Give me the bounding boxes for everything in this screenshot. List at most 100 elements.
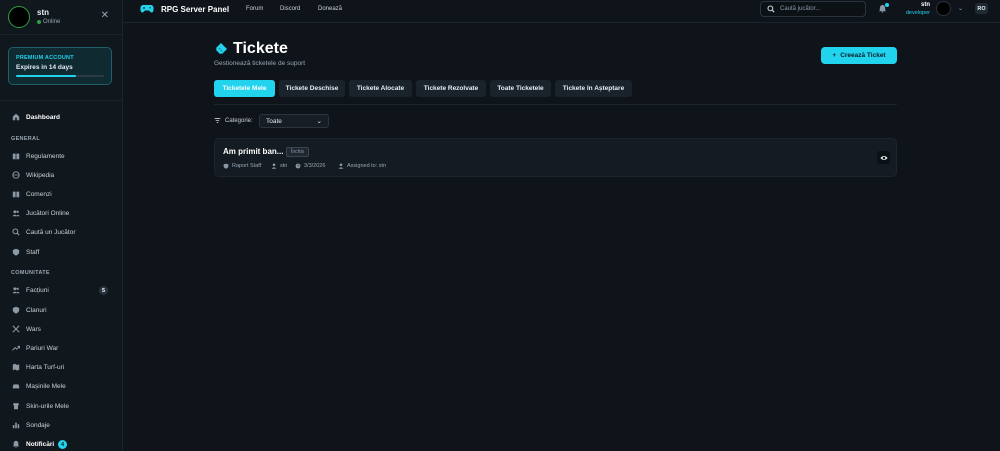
profile-name: stn: [37, 8, 49, 17]
sidebar-item-sondaje[interactable]: Sondaje: [12, 421, 50, 429]
premium-card: PREMIUM ACCOUNT Expires in 14 days: [8, 47, 112, 85]
brand-title: RPG Server Panel: [161, 4, 230, 14]
sidebar-item-masinile-mele[interactable]: Mașinile Mele: [12, 382, 66, 390]
sidebar-item-jucatori-online[interactable]: Jucători Online: [12, 209, 69, 217]
sidebar-item-pariuri-war[interactable]: Pariuri War: [12, 344, 58, 352]
filter-icon: [214, 117, 221, 124]
ticket-author: stn: [271, 163, 287, 169]
book-icon: [12, 153, 20, 160]
shield-icon: [12, 306, 20, 314]
trending-up-icon: [12, 345, 20, 351]
sidebar-item-label: Sondaje: [26, 421, 50, 429]
sidebar-item-label: Wars: [26, 325, 41, 333]
search-input[interactable]: Caută jucător...: [760, 1, 866, 17]
tab-tickete-in-asteptare[interactable]: Tickete în Așteptare: [555, 80, 632, 97]
tab-tickete-deschise[interactable]: Tickete Deschise: [279, 80, 345, 97]
sidebar-item-wikipedia[interactable]: Wikipedia: [12, 171, 54, 179]
ticket-category: Raport Staff: [223, 163, 261, 169]
sidebar-item-skin-urile-mele[interactable]: Skin-urile Mele: [12, 402, 69, 410]
filter-label-text: Categorie:: [225, 117, 253, 124]
search-icon: [767, 5, 775, 13]
tab-ticketele-mele[interactable]: Ticketele Mele: [214, 80, 275, 97]
status-text: Online: [43, 19, 61, 25]
divider: [0, 34, 122, 35]
ticket-category-text: Raport Staff: [232, 163, 262, 169]
globe-icon: [12, 171, 20, 179]
create-ticket-label: Creează Ticket: [840, 52, 886, 59]
page-title: Tickete: [233, 40, 288, 57]
profile-status: Online: [37, 19, 60, 25]
shirt-icon: [12, 402, 20, 410]
factiuni-count-badge: 5: [99, 286, 108, 295]
book-open-icon: [12, 191, 20, 198]
topbar: RPG Server Panel Forum Discord Donează C…: [123, 0, 1000, 23]
sidebar-item-label: Jucători Online: [26, 209, 70, 217]
chevron-down-icon: ⌄: [316, 118, 322, 125]
nav-doneaza[interactable]: Donează: [318, 6, 342, 12]
sidebar-item-staff[interactable]: Staff: [12, 248, 39, 256]
ticket-author-text: stn: [280, 163, 288, 169]
sidebar-item-label: Wikipedia: [26, 171, 55, 179]
divider: [0, 100, 122, 101]
sidebar-item-cauta-jucator[interactable]: Caută un Jucător: [12, 228, 76, 236]
sidebar-item-wars[interactable]: Wars: [12, 325, 41, 333]
category-select[interactable]: Toate ⌄: [259, 114, 329, 128]
search-icon: [12, 228, 20, 236]
ticket-assigned-text: Assigned to: stn: [347, 163, 387, 169]
create-ticket-button[interactable]: + Creează Ticket: [821, 47, 897, 64]
sidebar-item-factiuni[interactable]: Facțiuni: [12, 286, 49, 294]
tab-toate-ticketele[interactable]: Toate Ticketele: [490, 80, 551, 97]
page-subtitle: Gestionează ticketele de suport: [214, 60, 306, 67]
bar-chart-icon: [12, 422, 20, 429]
sidebar-item-dashboard[interactable]: Dashboard: [12, 113, 60, 121]
view-ticket-button[interactable]: [877, 151, 890, 164]
home-icon: [12, 113, 20, 121]
sidebar-item-harta-turf[interactable]: Harta Turf-uri: [12, 363, 64, 371]
sidebar-item-label: Facțiuni: [26, 286, 49, 294]
notification-dot: [885, 3, 889, 7]
sidebar-item-label: Staff: [26, 248, 40, 256]
gamepad-icon: [140, 5, 154, 13]
map-icon: [12, 363, 20, 371]
user-name[interactable]: stn: [915, 2, 930, 8]
users-icon: [12, 210, 20, 217]
brand[interactable]: RPG Server Panel: [140, 4, 229, 14]
sidebar-item-label: Regulamente: [26, 152, 65, 160]
sidebar-item-regulamente[interactable]: Regulamente: [12, 152, 65, 160]
tab-tickete-rezolvate[interactable]: Tickete Rezolvate: [416, 80, 486, 97]
ticket-date: 3/3/2026: [295, 163, 325, 169]
tab-tickete-alocate[interactable]: Tickete Alocate: [349, 80, 412, 97]
search-placeholder: Caută jucător...: [780, 6, 821, 12]
premium-expiry: Expires in 14 days: [16, 64, 73, 71]
premium-progress-fill: [16, 75, 76, 77]
ticket-title: Am primit ban...: [223, 147, 284, 156]
language-button[interactable]: RO: [975, 3, 988, 14]
sidebar-item-label: Skin-urile Mele: [26, 402, 69, 410]
sidebar-item-label: Comenzi: [26, 190, 52, 198]
section-community: COMUNITATE: [11, 270, 50, 276]
shield-icon: [223, 163, 229, 169]
chevron-down-icon[interactable]: ⌄: [958, 5, 963, 12]
sidebar-item-label: Clanuri: [26, 306, 47, 314]
close-icon[interactable]: ✕: [101, 10, 109, 21]
section-general: GENERAL: [11, 136, 40, 142]
user-role: developer: [905, 10, 930, 16]
sidebar-item-clanuri[interactable]: Clanuri: [12, 306, 47, 314]
page-header: Tickete: [214, 40, 288, 58]
ticket-assigned: Assigned to: stn: [338, 163, 386, 169]
sidebar-profile[interactable]: stn Online ✕: [0, 0, 122, 33]
nav-forum[interactable]: Forum: [246, 6, 263, 12]
sidebar-item-label: Harta Turf-uri: [26, 363, 65, 371]
sidebar-item-comenzi[interactable]: Comenzi: [12, 190, 52, 198]
ticket-card[interactable]: Am primit ban... Închis Raport Staff stn…: [214, 138, 897, 177]
online-dot-icon: [37, 20, 41, 24]
avatar[interactable]: [936, 1, 951, 16]
sidebar-item-notificari[interactable]: Notificări: [12, 440, 54, 448]
nav-discord[interactable]: Discord: [280, 6, 300, 12]
shield-icon: [12, 248, 20, 256]
sidebar: stn Online ✕ PREMIUM ACCOUNT Expires in …: [0, 0, 123, 451]
car-icon: [12, 384, 20, 389]
sidebar-item-label: Notificări: [26, 440, 55, 448]
ticket-date-text: 3/3/2026: [304, 163, 326, 169]
swords-icon: [12, 325, 20, 333]
